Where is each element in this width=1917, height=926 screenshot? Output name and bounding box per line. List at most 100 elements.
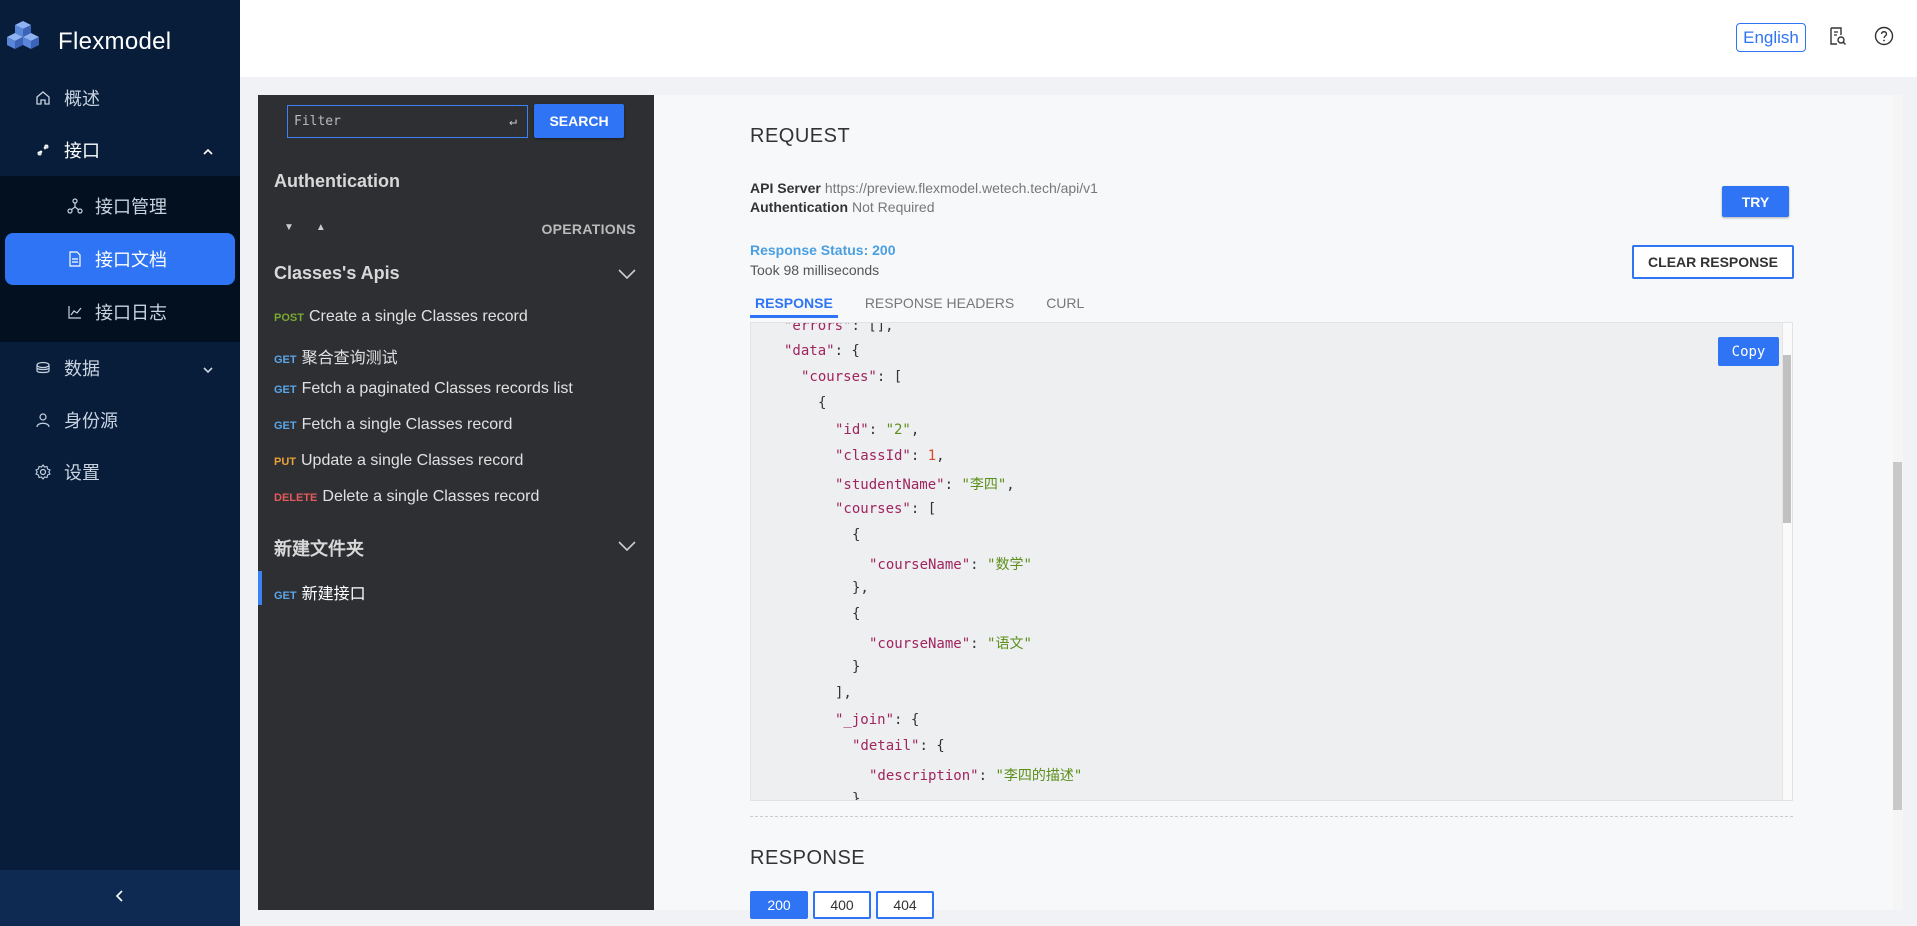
api-server-row: API Server https://preview.flexmodel.wete…: [750, 180, 1098, 196]
search-button[interactable]: SEARCH: [534, 104, 624, 138]
operation-label: 新建接口: [301, 586, 366, 603]
code-line: "courseName": "语文": [869, 636, 1032, 652]
code-line: {: [818, 395, 827, 411]
response-tabs: RESPONSE RESPONSE HEADERS CURL: [750, 295, 1111, 318]
status-code-200-button[interactable]: 200: [750, 891, 808, 919]
sidebar-item-api-docs[interactable]: 接口文档: [5, 233, 235, 285]
response-title: RESPONSE: [750, 847, 866, 869]
nav-item-label: 接口: [64, 141, 100, 161]
operation-label: Update a single Classes record: [301, 452, 524, 469]
nav-item-api[interactable]: 接口: [0, 124, 240, 176]
document-icon: [67, 251, 83, 267]
sidebar-item-label: 接口文档: [95, 250, 167, 270]
code-line: "detail": {: [852, 738, 945, 754]
nav-item-label: 设置: [64, 463, 100, 483]
page-scroll-thumb[interactable]: [1893, 462, 1902, 810]
method-badge: GET: [274, 354, 297, 366]
copy-button[interactable]: Copy: [1718, 337, 1779, 366]
api-server-value: https://preview.flexmodel.wetech.tech/ap…: [824, 180, 1098, 196]
operation-row[interactable]: PUT Update a single Classes record: [274, 452, 523, 470]
enter-icon: ↵: [509, 114, 517, 129]
chevron-down-icon[interactable]: [618, 267, 636, 285]
code-line: "classId": 1,: [835, 448, 945, 464]
sort-up-icon[interactable]: ▲: [316, 222, 326, 233]
code-line: "_join": {: [835, 712, 920, 728]
operation-row[interactable]: POST Create a single Classes record: [274, 308, 528, 326]
tab-response-headers[interactable]: RESPONSE HEADERS: [860, 295, 1019, 318]
method-badge: GET: [274, 420, 297, 432]
operation-row[interactable]: GET Fetch a single Classes record: [274, 416, 512, 434]
operation-row-active[interactable]: GET 新建接口: [274, 580, 366, 604]
method-badge: GET: [274, 384, 297, 396]
top-header: [240, 0, 1917, 77]
operation-row[interactable]: GET Fetch a paginated Classes records li…: [274, 380, 573, 398]
operation-label: Create a single Classes record: [308, 308, 528, 325]
status-code-404-button[interactable]: 404: [876, 891, 934, 919]
clear-response-button[interactable]: CLEAR RESPONSE: [1632, 245, 1794, 279]
code-line: "id": "2",: [835, 422, 920, 438]
filter-input[interactable]: Filter ↵: [287, 105, 528, 138]
language-button[interactable]: English: [1736, 23, 1806, 52]
tab-response[interactable]: RESPONSE: [750, 295, 838, 318]
authentication-label: Authentication: [750, 199, 848, 215]
group-title[interactable]: 新建文件夹: [274, 535, 364, 561]
chevron-down-icon[interactable]: [618, 539, 636, 557]
sidebar-item-api-management[interactable]: 接口管理: [5, 180, 235, 232]
try-button[interactable]: TRY: [1722, 186, 1789, 217]
nav-item-data[interactable]: 数据: [0, 342, 240, 394]
sidebar-item-api-logs[interactable]: 接口日志: [5, 286, 235, 338]
code-line: "studentName": "李四",: [835, 477, 1015, 493]
status-code-400-button[interactable]: 400: [813, 891, 871, 919]
method-badge: POST: [274, 312, 304, 324]
home-icon: [34, 89, 52, 107]
request-panel: REQUEST API Server https://preview.flexmo…: [654, 95, 1903, 919]
tab-curl[interactable]: CURL: [1041, 295, 1089, 318]
help-icon[interactable]: [1873, 25, 1895, 47]
doc-search-icon[interactable]: [1826, 25, 1848, 47]
user-icon: [34, 411, 52, 429]
response-status: Response Status: 200: [750, 242, 896, 258]
request-title: REQUEST: [750, 125, 851, 147]
sort-controls: ▼ ▲: [284, 222, 348, 233]
response-code-buttons: 200 400 404: [750, 891, 939, 919]
code-line: },: [852, 580, 869, 596]
nav-item-settings[interactable]: 设置: [0, 446, 240, 498]
operation-row[interactable]: DELETE Delete a single Classes record: [274, 488, 539, 506]
divider: [750, 816, 1793, 817]
code-line: {: [852, 527, 861, 543]
authentication-section[interactable]: Authentication: [274, 171, 400, 192]
nav-item-label: 身份源: [64, 411, 118, 431]
sidebar-item-label: 接口日志: [95, 303, 167, 323]
code-line: "courses": [: [801, 369, 903, 385]
group-title[interactable]: Classes's Apis: [274, 263, 400, 284]
code-line: }: [852, 791, 861, 801]
app-name: Flexmodel: [58, 28, 172, 55]
api-list-panel: Filter ↵ SEARCH Authentication ▼ ▲ OPERAT…: [258, 95, 654, 910]
method-badge: PUT: [274, 456, 296, 468]
sidebar: Flexmodel 概述 接口 接口管理 接口文档 接口日志 数据 身份源 设置: [0, 0, 240, 926]
sort-down-icon[interactable]: ▼: [284, 222, 294, 233]
code-line: "data": {: [784, 343, 860, 359]
database-icon: [34, 359, 52, 377]
nav-item-identity[interactable]: 身份源: [0, 394, 240, 446]
nav-item-overview[interactable]: 概述: [0, 72, 240, 124]
code-scroll-thumb[interactable]: [1783, 355, 1791, 523]
code-line: "courseName": "数学": [869, 557, 1032, 573]
filter-placeholder: Filter: [294, 114, 341, 129]
response-time: Took 98 milliseconds: [750, 262, 880, 278]
operation-row[interactable]: GET 聚合查询测试: [274, 344, 398, 368]
authentication-row: Authentication Not Required: [750, 199, 935, 215]
sidebar-collapse-button[interactable]: [0, 870, 240, 926]
logo-cubes-icon: [7, 21, 39, 49]
logo[interactable]: Flexmodel: [0, 0, 240, 72]
response-body[interactable]: "errors": [], "data": { "courses": [ { "…: [750, 322, 1793, 801]
line-chart-icon: [67, 304, 83, 320]
operation-label: Fetch a paginated Classes records list: [301, 380, 573, 397]
sidebar-item-label: 接口管理: [95, 197, 167, 217]
operations-label[interactable]: OPERATIONS: [541, 221, 636, 237]
code-line: ],: [835, 685, 852, 701]
code-line: }: [852, 659, 861, 675]
nav-item-label: 数据: [64, 359, 100, 379]
gear-icon: [34, 463, 52, 481]
code-line: "description": "李四的描述": [869, 768, 1083, 784]
